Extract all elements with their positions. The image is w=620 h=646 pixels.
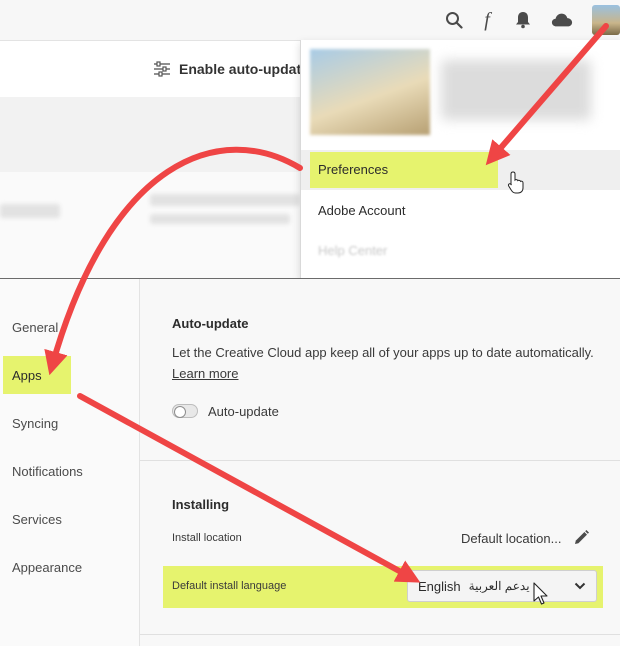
user-name-blurred <box>441 60 591 120</box>
sidebar-item-syncing[interactable]: Syncing <box>12 416 58 431</box>
install-location-label: Install location <box>172 532 242 544</box>
installing-title: Installing <box>172 497 230 512</box>
user-photo <box>310 49 430 135</box>
enable-auto-update-label: Enable auto-update <box>179 61 309 77</box>
auto-update-title: Auto-update <box>172 316 249 331</box>
language-value: English <box>418 578 461 594</box>
fonts-icon[interactable]: f <box>476 9 498 31</box>
chevron-down-icon <box>574 582 586 590</box>
menu-item-preferences[interactable]: Preferences <box>318 162 388 177</box>
auto-update-description: Let the Creative Cloud app keep all of y… <box>172 345 594 360</box>
language-value-arabic: يدعم العربية <box>468 579 530 593</box>
sliders-icon <box>154 61 170 77</box>
sidebar-item-notifications[interactable]: Notifications <box>12 464 83 479</box>
enable-auto-update-button[interactable]: Enable auto-update <box>153 58 309 80</box>
install-location-value: Default location... <box>461 531 562 546</box>
sidebar-item-general[interactable]: General <box>12 320 58 335</box>
menu-item-help-center[interactable]: Help Center <box>318 243 387 258</box>
cloud-icon[interactable] <box>551 9 573 31</box>
default-install-language-label: Default install language <box>172 580 287 592</box>
toggle-knob <box>174 406 186 418</box>
bottom-divider <box>140 634 620 635</box>
section-divider <box>140 460 620 461</box>
pencil-icon[interactable] <box>572 529 592 549</box>
top-bar: f <box>0 0 620 41</box>
menu-item-adobe-account[interactable]: Adobe Account <box>318 203 405 218</box>
sidebar-item-apps[interactable]: Apps <box>12 368 42 383</box>
auto-update-toggle[interactable] <box>172 404 198 418</box>
bell-icon[interactable] <box>512 9 534 31</box>
language-select[interactable]: English يدعم العربية <box>407 570 597 602</box>
auto-update-toggle-label: Auto-update <box>208 404 279 419</box>
sidebar-item-appearance[interactable]: Appearance <box>12 560 82 575</box>
avatar[interactable] <box>592 5 620 35</box>
learn-more-link[interactable]: Learn more <box>172 366 238 381</box>
account-menu: Preferences Adobe Account Help Center <box>300 40 620 279</box>
search-icon[interactable] <box>443 9 465 31</box>
sidebar-item-services[interactable]: Services <box>12 512 62 527</box>
